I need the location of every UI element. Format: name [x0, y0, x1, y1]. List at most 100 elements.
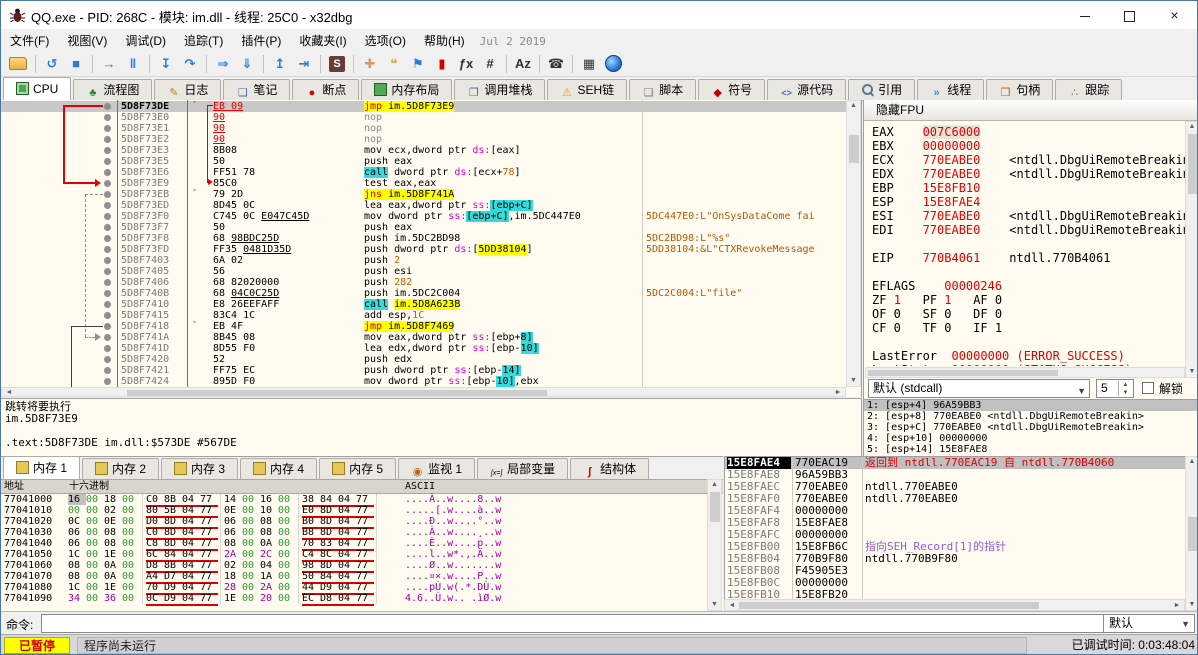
stack-hscrollbar[interactable]: ◄ ► [724, 599, 1185, 611]
disasm-row[interactable]: 5D8F73F750push eax [1, 222, 846, 233]
register-line[interactable] [872, 237, 1186, 251]
dump-byte[interactable]: 1C [68, 582, 86, 593]
dump-byte[interactable]: 08 [260, 527, 278, 538]
dump-byte[interactable]: 00 [242, 571, 260, 582]
register-line[interactable]: ESI 770EABE0 <ntdll.DbgUiRemoteBreakin> [872, 209, 1186, 223]
disasm-row[interactable]: 5D8F741583C4 1Cadd esp,1C [1, 310, 846, 321]
disasm-row[interactable]: 5D8F73ED8D45 0Clea eax,dword ptr ss:[ebp… [1, 200, 846, 211]
breakpoint-dot[interactable] [104, 235, 111, 242]
disasm-row[interactable]: 5D8F741A8B45 08mov eax,dword ptr ss:[ebp… [1, 332, 846, 343]
register-line[interactable]: LastStatus 00000000 (STATUS_SUCCESS) [872, 363, 1186, 366]
dump-byte[interactable]: 00 [242, 494, 260, 505]
breakpoint-dot[interactable] [104, 103, 111, 110]
patches-icon[interactable]: ✚ [359, 54, 381, 74]
register-line[interactable]: ESP 15E8FAE4 [872, 195, 1186, 209]
dump-byte[interactable]: 00 [86, 505, 104, 516]
dump-byte[interactable]: 77 [356, 593, 374, 606]
breakpoint-dot[interactable] [104, 334, 111, 341]
menu-item-1[interactable]: 文件(F) [1, 29, 58, 52]
dump-byte[interactable]: 02 [104, 505, 122, 516]
register-line[interactable] [872, 335, 1186, 349]
stack-row[interactable]: 15E8FB04770B9F80ntdll.770B9F80 [725, 553, 1185, 565]
dump-byte[interactable]: 0E [104, 516, 122, 527]
bottom-tab-监视 1[interactable]: 监视 1 [398, 458, 475, 479]
dump-byte[interactable]: 2A [260, 582, 278, 593]
dump-byte[interactable]: 08 [224, 538, 242, 549]
dump-byte[interactable]: 00 [86, 516, 104, 527]
menu-item-6[interactable]: 收藏夹(I) [290, 29, 355, 52]
open-file-icon[interactable] [9, 57, 27, 70]
dump-byte[interactable]: 1E [104, 582, 122, 593]
menu-item-4[interactable]: 追踪(T) [175, 29, 232, 52]
restart-icon[interactable]: ↺ [41, 54, 63, 74]
breakpoint-dot[interactable] [104, 202, 111, 209]
dump-byte[interactable]: 00 [278, 549, 296, 560]
breakpoint-dot[interactable] [104, 125, 111, 132]
dump-byte[interactable]: 00 [86, 582, 104, 593]
breakpoint-dot[interactable] [104, 290, 111, 297]
dump-byte[interactable]: 0E [224, 505, 242, 516]
dump-byte[interactable]: 00 [86, 560, 104, 571]
dump-byte[interactable]: 18 [104, 494, 122, 505]
step-into-icon[interactable]: ↧ [155, 54, 177, 74]
dump-byte[interactable]: 10 [260, 505, 278, 516]
register-line[interactable]: OF 0 SF 0 DF 0 [872, 307, 1186, 321]
dump-byte[interactable]: 00 [242, 527, 260, 538]
comments-icon[interactable]: ❝ [383, 54, 405, 74]
tab-句柄[interactable]: 句柄 [986, 79, 1053, 100]
register-line[interactable]: ZF 1 PF 1 AF 0 [872, 293, 1186, 307]
dump-byte[interactable]: D9 [164, 593, 182, 606]
breakpoint-dot[interactable] [104, 114, 111, 121]
dump-byte[interactable]: 04 [338, 593, 356, 606]
dump-byte[interactable]: 00 [242, 538, 260, 549]
register-line[interactable]: ECX 770EABE0 <ntdll.DbgUiRemoteBreakin> [872, 153, 1186, 167]
register-line[interactable]: EDI 770EABE0 <ntdll.DbgUiRemoteBreakin> [872, 223, 1186, 237]
stack-row[interactable]: 15E8FB08F45905E3 [725, 565, 1185, 577]
step-out-icon[interactable]: ↥ [269, 54, 291, 74]
menu-item-3[interactable]: 调试(D) [116, 29, 175, 52]
dump-byte[interactable]: 1A [260, 571, 278, 582]
step-over-icon[interactable]: ↷ [179, 54, 201, 74]
dump-byte[interactable]: 08 [68, 571, 86, 582]
dump-byte[interactable]: 08 [104, 527, 122, 538]
dump-byte[interactable]: 00 [122, 560, 140, 571]
dump-row[interactable]: 7704103006000800C08D047706000800B88D0477… [1, 527, 701, 538]
tab-源代码[interactable]: 源代码 [767, 79, 846, 100]
breakpoint-dot[interactable] [104, 257, 111, 264]
tab-符号[interactable]: 符号 [698, 79, 765, 100]
disasm-hscrollbar[interactable]: ◄ ► [1, 387, 846, 397]
breakpoint-dot[interactable] [104, 158, 111, 165]
dump-byte[interactable]: 0C [146, 593, 164, 606]
dump-byte[interactable]: 00 [278, 571, 296, 582]
dump-byte[interactable]: 00 [278, 582, 296, 593]
register-line[interactable]: EIP 770B4061 ntdll.770B4061 [872, 251, 1186, 265]
dump-byte[interactable]: 00 [122, 516, 140, 527]
dump-byte[interactable]: 00 [278, 560, 296, 571]
tab-脚本[interactable]: 脚本 [629, 79, 696, 100]
dump-byte[interactable]: 00 [278, 505, 296, 516]
dump-byte[interactable]: 00 [122, 505, 140, 516]
tab-引用[interactable]: 引用 [848, 79, 915, 100]
dump-row[interactable]: 7704106008000A00D88B047702000400988D0477… [1, 560, 701, 571]
stack-row[interactable]: 15E8FAF815E8FAE8 [725, 517, 1185, 529]
tab-SEH链[interactable]: SEH链 [547, 79, 627, 100]
register-line[interactable]: EBX 00000000 [872, 139, 1186, 153]
calculator-icon[interactable]: ▦ [578, 54, 600, 74]
dump-byte[interactable]: 18 [224, 571, 242, 582]
dump-byte[interactable]: 04 [260, 560, 278, 571]
breakpoint-dot[interactable] [104, 345, 111, 352]
dump-byte[interactable]: 36 [104, 593, 122, 604]
bottom-tab-结构体[interactable]: 结构体 [570, 458, 649, 479]
disasm-row[interactable]: 5D8F740556push esi [1, 266, 846, 277]
dump-byte[interactable]: 06 [68, 538, 86, 549]
dump-row[interactable]: 770410200C000E00D08D047706000800B08D0477… [1, 516, 701, 527]
tab-跟踪[interactable]: 跟踪 [1055, 79, 1122, 100]
disasm-row[interactable]: 5D8F73E38B08mov ecx,dword ptr ds:[eax] [1, 145, 846, 156]
call-argument-row[interactable]: 5: [esp+14] 15E8FAE8 [864, 444, 1198, 455]
dump-byte[interactable]: 00 [122, 538, 140, 549]
dump-byte[interactable]: 00 [278, 538, 296, 549]
disasm-row[interactable]: 5D8F74036A 02push 2 [1, 255, 846, 266]
breakpoint-dot[interactable] [104, 191, 111, 198]
dump-byte[interactable]: 00 [242, 516, 260, 527]
dump-byte[interactable]: EC [302, 593, 320, 606]
